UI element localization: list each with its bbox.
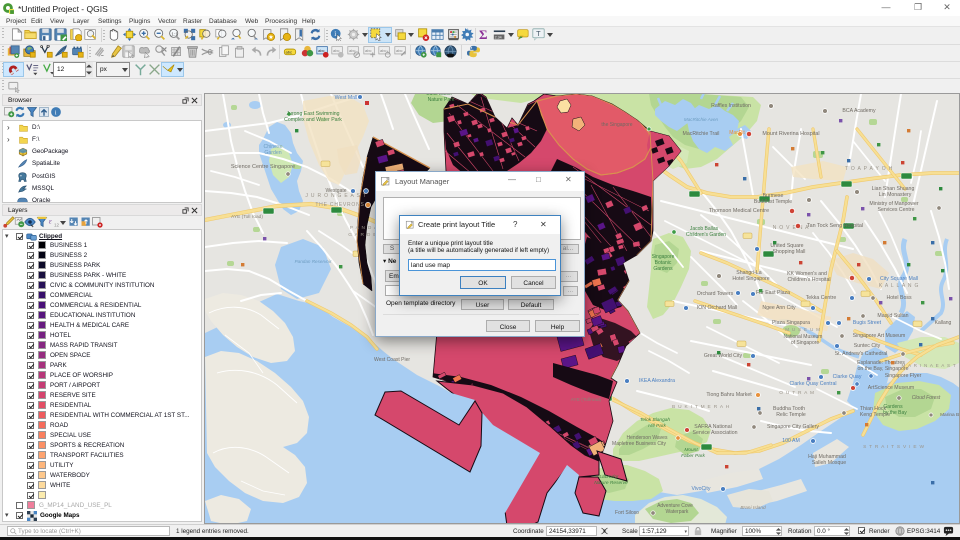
svg-text:Raffles Institution: Raffles Institution <box>711 103 751 109</box>
svg-text:Garden: Garden <box>264 150 281 156</box>
svg-text:Mount: Mount <box>684 447 698 453</box>
svg-text:VivoCity: VivoCity <box>692 486 711 492</box>
svg-text:IKEA Alexandra: IKEA Alexandra <box>639 378 675 384</box>
svg-text:Tan Tock Seng Hospital: Tan Tock Seng Hospital <box>807 223 863 229</box>
svg-text:100 AM: 100 AM <box>782 438 800 444</box>
svg-text:Waterpark: Waterpark <box>666 509 689 515</box>
svg-text:MacRitchie Trail: MacRitchie Trail <box>683 131 720 137</box>
svg-text:Mount Riverina Hospital: Mount Riverina Hospital <box>762 131 819 137</box>
svg-text:abc: abc <box>333 48 340 53</box>
svg-text:Singapore City Gallery: Singapore City Gallery <box>767 424 819 430</box>
svg-text:2.34: 2.34 <box>495 36 502 40</box>
svg-text:the Singapore: the Singapore <box>601 122 632 128</box>
svg-text:M A R I N A E A S T: M A R I N A E A S T <box>902 363 957 368</box>
svg-text:Plaza Singapura: Plaza Singapura <box>772 320 810 326</box>
svg-text:Brani Island: Brani Island <box>740 505 766 511</box>
svg-text:MacRit: MacRit <box>729 130 745 136</box>
svg-text:Children's Garden: Children's Garden <box>686 232 726 238</box>
svg-text:Clarke Quay: Clarke Quay <box>833 374 862 380</box>
svg-text:i: i <box>334 29 336 38</box>
svg-text:Nature Reserve: Nature Reserve <box>594 480 628 486</box>
svg-text:Bugis Street: Bugis Street <box>853 320 882 326</box>
svg-text:Kallang: Kallang <box>935 320 952 326</box>
svg-text:S T R A I T S V I E W: S T R A I T S V I E W <box>863 444 925 450</box>
svg-text:West Mall: West Mall <box>335 95 358 101</box>
svg-text:Tiong Bahru Market: Tiong Bahru Market <box>706 392 752 398</box>
svg-text:Shopping Mall: Shopping Mall <box>773 249 806 255</box>
svg-text:abc: abc <box>365 48 372 53</box>
svg-text:Masjid Sultan: Masjid Sultan <box>877 313 908 319</box>
svg-text:Salleh Mosque: Salleh Mosque <box>812 460 846 466</box>
svg-text:Great World City: Great World City <box>704 353 743 359</box>
svg-text:Keng Temple: Keng Temple <box>860 412 890 418</box>
svg-text:ArtScience Museum: ArtScience Museum <box>868 385 914 391</box>
svg-text:M U S E U M: M U S E U M <box>785 327 821 332</box>
svg-text:Ngee Ann City: Ngee Ann City <box>762 305 796 311</box>
svg-text:abc: abc <box>396 48 403 53</box>
svg-text:Nature Park: Nature Park <box>428 97 455 103</box>
svg-text:of Singapore: of Singapore <box>791 340 820 346</box>
svg-text:N O V E N A: N O V E N A <box>773 225 810 231</box>
svg-text:abc: abc <box>349 48 356 53</box>
svg-text:MacRitchie Aven: MacRitchie Aven <box>684 117 719 122</box>
svg-text:Suntec City: Suntec City <box>854 343 881 349</box>
svg-text:Cloud Forest: Cloud Forest <box>912 395 941 401</box>
svg-text:Westgate: Westgate <box>325 188 346 194</box>
svg-text:Services Centre: Services Centre <box>878 207 915 213</box>
svg-text:Science Centre Singapore: Science Centre Singapore <box>231 164 295 170</box>
svg-text:AYE (Toll road): AYE (Toll road) <box>231 214 263 220</box>
svg-text:THE CHEVRONS: THE CHEVRONS <box>315 202 364 208</box>
svg-text:St. Andrew's Cathedral: St. Andrew's Cathedral <box>835 351 888 357</box>
svg-text:ION Orchard Mall: ION Orchard Mall <box>697 305 737 311</box>
svg-text:Hill Park: Hill Park <box>648 423 666 429</box>
svg-text:Marina B..: Marina B.. <box>940 412 959 418</box>
svg-text:T O A P A Y O H: T O A P A Y O H <box>845 166 893 172</box>
svg-text:T: T <box>536 29 541 38</box>
svg-text:Complex and Water Park: Complex and Water Park <box>284 117 342 123</box>
svg-text:Fort Siloso: Fort Siloso <box>615 510 639 516</box>
svg-text:City Square Mall: City Square Mall <box>880 276 918 282</box>
svg-text:West Coast Pier: West Coast Pier <box>374 357 410 363</box>
svg-text:K A L L A N G: K A L L A N G <box>879 283 919 289</box>
svg-text:Faber Park: Faber Park <box>681 453 705 459</box>
svg-text:Singapore Flyer: Singapore Flyer <box>885 373 922 379</box>
svg-text:Children's Hospital: Children's Hospital <box>787 277 830 283</box>
svg-text:ε: ε <box>49 217 52 226</box>
svg-text:O U T R A M: O U T R A M <box>779 390 815 396</box>
svg-text:Tekka Centre: Tekka Centre <box>806 295 837 301</box>
svg-text:abc: abc <box>286 50 293 55</box>
svg-text:Lin Monastery: Lin Monastery <box>879 192 912 198</box>
svg-text:Relic Temple: Relic Temple <box>776 412 806 418</box>
svg-text:BCA Academy: BCA Academy <box>842 108 876 114</box>
svg-text:Telok Blangah: Telok Blangah <box>640 417 671 423</box>
svg-text:Mapletree Business City: Mapletree Business City <box>612 441 666 447</box>
svg-text:Hotel Boss: Hotel Boss <box>886 295 911 301</box>
svg-text:i: i <box>55 110 57 117</box>
svg-text:Buddhist Temple: Buddhist Temple <box>754 199 792 205</box>
svg-text:Hotel Singapore: Hotel Singapore <box>732 276 769 282</box>
svg-text:Service Association: Service Association <box>693 430 738 436</box>
svg-text:Singapore Art Museum: Singapore Art Museum <box>853 333 906 339</box>
svg-text:Labrador: Labrador <box>599 474 619 480</box>
svg-text:abc: abc <box>318 48 325 53</box>
svg-text:Gardens: Gardens <box>653 266 673 272</box>
svg-text:Thomson Medical Centre: Thomson Medical Centre <box>709 208 769 214</box>
svg-text:Pandan Reservoir: Pandan Reservoir <box>295 259 332 264</box>
svg-text:abc: abc <box>380 48 387 53</box>
svg-text:B U K I T M E R A H: B U K I T M E R A H <box>672 404 730 410</box>
svg-text:AYE (Tollroad): AYE (Tollroad) <box>571 397 602 403</box>
svg-text:Clarke Quay Central: Clarke Quay Central <box>790 381 837 387</box>
svg-text:Orchard Towers: Orchard Towers <box>697 291 734 297</box>
